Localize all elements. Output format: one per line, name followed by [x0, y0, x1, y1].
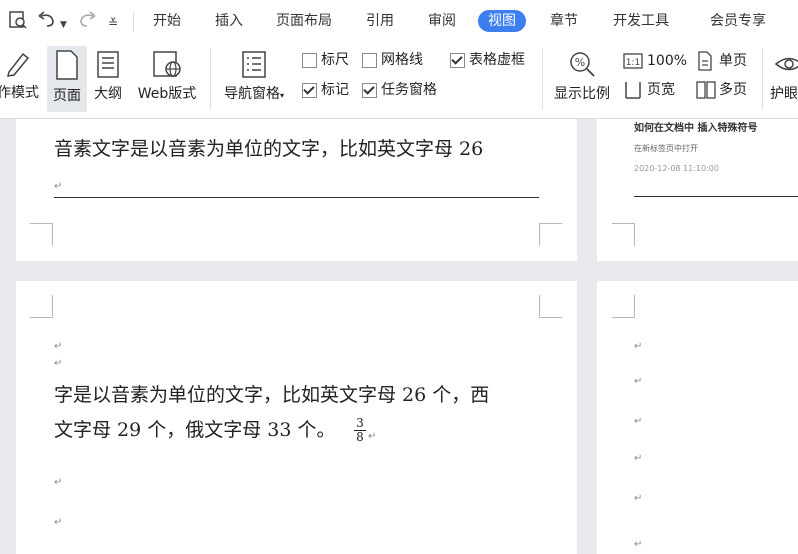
document-page-right-1[interactable]: 如何在文档中 插入特殊符号 在新标签页中打开 2020-12-08 11:10:… — [597, 119, 798, 261]
gridlines-checkbox[interactable] — [362, 53, 377, 68]
write-mode-button[interactable]: 作模式 — [0, 48, 42, 102]
tab-chapter[interactable]: 章节 — [550, 11, 578, 31]
right-page-link-text: 在新标签页中打开 — [634, 144, 698, 153]
zoom-label: 显示比例 — [554, 86, 610, 102]
paragraph-mark-icon: ↵ — [634, 416, 643, 427]
navigation-pane-button[interactable]: 导航窗格▾ — [218, 49, 290, 103]
svg-text:%: % — [575, 56, 585, 69]
document-search-icon[interactable] — [8, 10, 28, 36]
page-width-label[interactable]: 页宽 — [647, 80, 675, 100]
paragraph-mark-icon: ↵ — [54, 358, 63, 369]
ribbon-toolbar: 作模式 页面 大纲 Web版式 导航窗格▾ 标尺 网格线 表格虚框 标记 任务窗… — [0, 42, 798, 119]
multi-page-label[interactable]: 多页 — [719, 80, 747, 100]
divider — [542, 48, 543, 110]
marks-label: 标记 — [321, 82, 349, 98]
navigation-pane-icon — [242, 51, 266, 78]
paragraph-mark-icon: ↵ — [54, 477, 63, 488]
document-page-1[interactable]: 音素文字是以音素为单位的文字，比如英文字母 26 ↵ — [16, 119, 577, 261]
tab-page-layout[interactable]: 页面布局 — [276, 11, 332, 31]
horizontal-rule — [634, 196, 798, 197]
tab-references[interactable]: 引用 — [366, 11, 394, 31]
page-width-icon[interactable] — [623, 80, 643, 104]
margin-corner-mark — [612, 223, 635, 246]
right-page-timestamp: 2020-12-08 11:10:00 — [634, 164, 719, 173]
horizontal-rule — [54, 197, 539, 198]
tab-view[interactable]: 视图 — [478, 10, 526, 32]
tab-home[interactable]: 开始 — [153, 11, 181, 31]
table-gridlines-label: 表格虚框 — [469, 52, 525, 68]
fraction-denominator: 8 — [356, 430, 364, 444]
marks-checkbox[interactable] — [302, 83, 317, 98]
eye-protection-label: 护眼 — [770, 86, 798, 102]
dropdown-arrow-icon: ▾ — [279, 91, 284, 100]
zoom-percent-icon: % — [570, 52, 595, 77]
paragraph-mark-icon: ↵ — [54, 517, 63, 528]
customize-toolbar-icon[interactable]: ≚ — [108, 12, 118, 34]
zoom-button[interactable]: % 显示比例 — [550, 49, 614, 103]
paragraph-mark-icon: ↵ — [634, 341, 643, 352]
redo-icon[interactable] — [76, 10, 98, 36]
table-gridlines-checkbox[interactable] — [450, 53, 465, 68]
margin-corner-mark — [539, 223, 562, 246]
margin-corner-mark — [30, 295, 53, 318]
paragraph-mark-icon: ↵ — [634, 453, 643, 464]
svg-text:1:1: 1:1 — [626, 58, 640, 68]
right-page-title: 如何在文档中 插入特殊符号 — [634, 123, 758, 134]
margin-corner-mark — [539, 295, 562, 318]
fraction: 3 8 — [354, 417, 366, 444]
margin-corner-mark — [612, 295, 635, 318]
write-mode-label: 作模式 — [0, 85, 39, 101]
tab-developer-tools[interactable]: 开发工具 — [613, 11, 669, 31]
paragraph-mark-icon: ↵ — [54, 181, 63, 192]
page-icon — [56, 50, 78, 80]
task-pane-label: 任务窗格 — [381, 82, 437, 98]
undo-icon[interactable] — [36, 10, 58, 36]
paragraph-mark-icon: ↵ — [634, 539, 643, 550]
gridlines-label: 网格线 — [381, 52, 423, 68]
web-layout-button[interactable]: Web版式 — [132, 49, 202, 103]
zoom-100-label[interactable]: 100% — [647, 51, 687, 71]
paragraph-mark-icon: ↵ — [634, 493, 643, 504]
paragraph-mark-icon: ↵ — [54, 341, 63, 352]
divider — [133, 12, 134, 32]
paragraph-mark-icon: ↵ — [368, 431, 377, 442]
paragraph-mark-icon: ↵ — [634, 376, 643, 387]
outline-view-label: 大纲 — [94, 86, 122, 102]
margin-corner-mark — [30, 223, 53, 246]
pen-icon — [6, 52, 30, 77]
web-page-icon — [153, 51, 181, 77]
document-page-right-2[interactable]: ↵ ↵ ↵ ↵ ↵ ↵ — [597, 281, 798, 554]
page-2-text-line-1: 字是以音素为单位的文字，比如英文字母 26 个，西 — [54, 384, 490, 406]
task-pane-checkbox[interactable] — [362, 83, 377, 98]
navigation-pane-label: 导航窗格 — [223, 86, 280, 102]
menu-bar: ▼ ≚ 开始 插入 页面布局 引用 审阅 视图 章节 开发工具 会员专享 — [0, 0, 798, 42]
page-view-button[interactable]: 页面 — [47, 46, 87, 112]
web-layout-label: Web版式 — [137, 86, 197, 102]
outline-view-button[interactable]: 大纲 — [90, 49, 126, 103]
eye-icon — [774, 57, 798, 71]
ruler-checkbox[interactable] — [302, 53, 317, 68]
undo-dropdown-icon[interactable]: ▼ — [60, 14, 67, 36]
ruler-label: 标尺 — [321, 52, 349, 68]
divider — [762, 48, 763, 110]
eye-protection-button[interactable]: 护眼 — [770, 49, 798, 103]
actual-size-icon[interactable]: 1:1 — [623, 52, 643, 74]
page-view-label: 页面 — [53, 88, 81, 104]
document-page-2[interactable]: ↵ ↵ 字是以音素为单位的文字，比如英文字母 26 个，西 文字母 29 个，俄… — [16, 281, 577, 554]
fraction-numerator: 3 — [354, 417, 366, 431]
tab-insert[interactable]: 插入 — [215, 11, 243, 31]
tab-member-exclusive[interactable]: 会员专享 — [710, 11, 766, 31]
outline-icon — [97, 51, 119, 78]
page-2-text-line-2: 文字母 29 个，俄文字母 33 个。 — [54, 419, 336, 441]
tab-review[interactable]: 审阅 — [428, 11, 456, 31]
multi-page-icon[interactable] — [696, 80, 716, 104]
single-page-icon[interactable] — [697, 51, 713, 75]
page-1-text-line: 音素文字是以音素为单位的文字，比如英文字母 26 — [54, 138, 484, 160]
single-page-label[interactable]: 单页 — [719, 51, 747, 71]
divider — [210, 48, 211, 110]
